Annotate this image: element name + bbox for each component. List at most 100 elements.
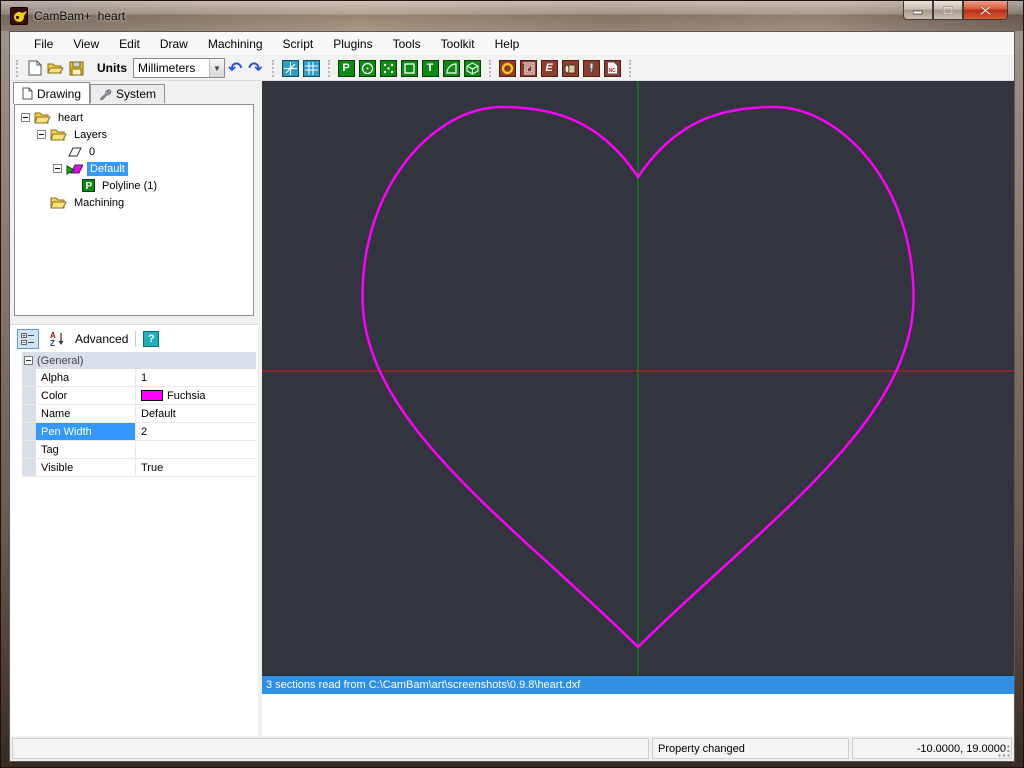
advanced-button[interactable]: Advanced [75,332,128,346]
toolbar-grip[interactable] [628,59,632,77]
toolbar-separator [135,330,137,347]
tree-label[interactable]: 0 [86,145,98,159]
category-general[interactable]: (General) [22,352,256,369]
close-button[interactable] [963,1,1008,20]
property-value[interactable] [136,441,256,458]
toolbar-grip[interactable] [271,59,275,77]
menu-machining[interactable]: Machining [198,33,273,55]
menu-toolkit[interactable]: Toolkit [431,33,485,55]
property-row-alpha: Alpha 1 [22,369,256,387]
window-title: CamBam+ heart [34,9,126,23]
status-panel-empty [12,738,649,759]
tab-system[interactable]: System [90,84,166,103]
machine-profile-icon[interactable] [498,59,516,77]
property-row-pen-width: Pen Width 2 [22,423,256,441]
help-button[interactable]: ? [143,330,160,347]
log-entry[interactable]: 3 sections read from C:\CamBam\art\scree… [262,676,1014,694]
status-message: Property changed [652,738,849,759]
coordinates-text: -10.0000, 19.0000 [916,742,1006,755]
main-toolbar: Units Millimeters ▼ ↶ ↷ P T E NC [10,56,1014,81]
polyline-glyph: P [342,61,350,74]
produce-gcode-icon[interactable]: NC [603,59,621,77]
open-folder-icon[interactable] [47,60,64,77]
sort-z-glyph: Z [50,339,55,347]
save-icon[interactable] [68,60,85,77]
page-icon [22,87,33,100]
toolbar-grip[interactable] [488,59,492,77]
property-value[interactable]: Fuchsia [136,387,256,404]
toolbar-grip[interactable] [327,59,331,77]
active-layer-icon [66,162,83,175]
menu-file[interactable]: File [24,33,63,55]
draw-rectangle-icon[interactable] [400,59,418,77]
draw-text-icon[interactable]: T [421,59,439,77]
app-icon[interactable] [10,7,28,25]
new-file-icon[interactable] [26,60,43,77]
maximize-button[interactable] [933,1,963,20]
machine-drill-icon[interactable] [582,59,600,77]
machine-engrave-icon[interactable]: E [540,59,558,77]
collapse-icon[interactable] [21,113,30,122]
panel-splitter[interactable] [10,316,258,324]
menu-plugins[interactable]: Plugins [323,33,382,55]
property-name[interactable]: Color [36,387,136,404]
toggle-grid-icon[interactable] [302,59,320,77]
minimize-button[interactable] [903,1,933,20]
menu-view[interactable]: View [63,33,109,55]
tree-label[interactable]: Machining [71,196,127,210]
category-label: (General) [37,354,84,367]
machine-lathe-icon[interactable] [561,59,579,77]
property-value[interactable]: 1 [136,369,256,386]
tree-item-layers[interactable]: Layers [15,126,253,143]
machine-pocket-icon[interactable] [519,59,537,77]
tree-item-layer-0[interactable]: 0 [15,143,253,160]
properties-toolbar: AZ Advanced ? [10,325,258,352]
property-name[interactable]: Visible [36,459,136,476]
menu-edit[interactable]: Edit [109,33,150,55]
draw-points-icon[interactable] [379,59,397,77]
tree-item-layer-default[interactable]: Default [15,160,253,177]
property-name[interactable]: Pen Width [36,423,136,440]
redo-button[interactable]: ↷ [248,60,262,77]
property-value[interactable]: 2 [136,423,256,440]
collapse-icon[interactable] [53,164,62,173]
collapse-icon[interactable] [24,356,33,365]
tree-item-heart[interactable]: heart [15,109,253,126]
property-value[interactable]: Default [136,405,256,422]
collapse-icon[interactable] [37,130,46,139]
tree-label[interactable]: heart [55,111,86,125]
chevron-down-icon[interactable]: ▼ [209,59,224,77]
tree-item-polyline[interactable]: P Polyline (1) [15,177,253,194]
property-name[interactable]: Name [36,405,136,422]
menu-script[interactable]: Script [273,33,324,55]
tree-label[interactable]: Default [87,161,128,176]
draw-arc-icon[interactable] [442,59,460,77]
draw-circle-icon[interactable] [358,59,376,77]
categorized-view-button[interactable] [17,328,39,349]
property-value[interactable]: True [136,459,256,476]
log-message: 3 sections read from C:\CamBam\art\scree… [266,679,581,691]
menu-draw[interactable]: Draw [150,33,198,55]
draw-polyline-icon[interactable]: P [337,59,355,77]
undo-button[interactable]: ↶ [228,60,242,77]
menu-help[interactable]: Help [485,33,530,55]
drawing-viewport[interactable] [262,81,1014,675]
property-row-tag: Tag [22,441,256,459]
tree-item-machining[interactable]: Machining [15,194,253,211]
property-name[interactable]: Tag [36,441,136,458]
panel-filler [10,477,258,736]
toggle-axes-icon[interactable] [281,59,299,77]
tab-drawing[interactable]: Drawing [13,82,91,104]
tree-label[interactable]: Layers [71,128,110,142]
units-select[interactable]: Millimeters ▼ [133,58,225,78]
draw-surface-icon[interactable] [463,59,481,77]
toolbar-grip[interactable] [16,59,19,77]
color-name: Fuchsia [167,389,206,402]
menu-tools[interactable]: Tools [383,33,431,55]
alphabetical-sort-button[interactable]: AZ [46,329,68,349]
resize-grip[interactable] [998,745,1011,758]
property-name[interactable]: Alpha [36,369,136,386]
gcode-glyph: NC [608,68,616,74]
panel-tabs: Drawing System [10,81,258,104]
tree-label[interactable]: Polyline (1) [99,179,160,193]
